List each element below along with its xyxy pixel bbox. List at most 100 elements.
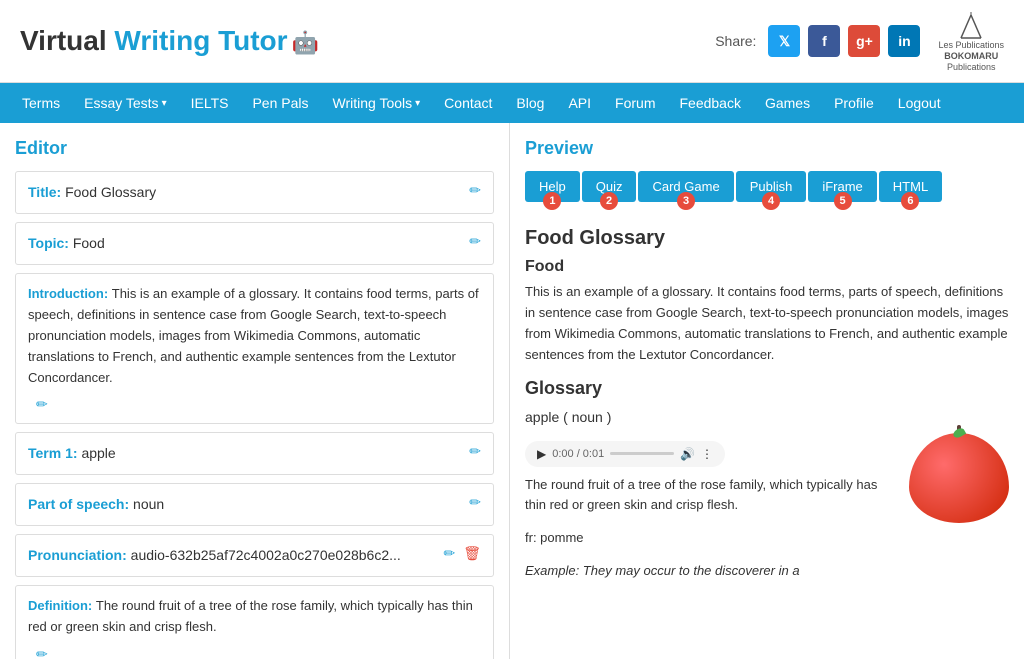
term1-field-content: Term 1: apple: [28, 443, 461, 464]
header-right: Share: 𝕏 f g+ in Les Publications BOKOMA…: [715, 10, 1004, 72]
card-game-badge: 3: [677, 192, 695, 210]
pronunciation-delete-icon[interactable]: 🗑: [463, 545, 481, 562]
bokomaru-text2: BOKOMARU: [944, 51, 998, 62]
audio-player[interactable]: ▶ 0:00 / 0:01 🔊 ⋮: [525, 441, 725, 467]
card-game-button[interactable]: Card Game 3: [638, 171, 733, 202]
preview-definition-text: The round fruit of a tree of the rose fa…: [525, 475, 894, 517]
nav-blog[interactable]: Blog: [504, 83, 556, 123]
preview-panel: Preview Help 1 Quiz 2 Card Game 3 Publis…: [510, 123, 1024, 659]
definition-field: Definition: The round fruit of a tree of…: [15, 585, 494, 659]
google-share-button[interactable]: g+: [848, 25, 880, 57]
preview-title: Preview: [525, 138, 1009, 159]
preview-term-line: apple ( noun ): [525, 409, 1009, 425]
twitter-share-button[interactable]: 𝕏: [768, 25, 800, 57]
nav-api[interactable]: API: [556, 83, 603, 123]
nav-logout[interactable]: Logout: [886, 83, 953, 123]
main-nav: Terms Essay Tests ▾ IELTS Pen Pals Writi…: [0, 83, 1024, 123]
nav-forum[interactable]: Forum: [603, 83, 667, 123]
iframe-button[interactable]: iFrame 5: [808, 171, 876, 202]
essay-tests-arrow-icon: ▾: [162, 98, 167, 109]
bokomaru-svg-icon: [951, 10, 991, 40]
writing-tools-arrow-icon: ▾: [415, 98, 420, 109]
bokomaru-text1: Les Publications: [938, 40, 1004, 51]
topic-edit-icon[interactable]: ✏: [469, 233, 481, 250]
editor-panel: Editor Title: Food Glossary ✏ Topic: Foo…: [0, 123, 510, 659]
nav-writing-tools[interactable]: Writing Tools ▾: [321, 83, 433, 123]
preview-content: Food Glossary Food This is an example of…: [525, 227, 1009, 593]
term1-edit-icon[interactable]: ✏: [469, 443, 481, 460]
header: Virtual Writing Tutor🤖 Share: 𝕏 f g+ in …: [0, 0, 1024, 83]
volume-icon[interactable]: 🔊: [680, 447, 695, 461]
title-label: Title:: [28, 184, 65, 200]
facebook-share-button[interactable]: f: [808, 25, 840, 57]
nav-contact[interactable]: Contact: [432, 83, 504, 123]
pronunciation-icons: ✏ 🗑: [435, 545, 481, 562]
preview-buttons: Help 1 Quiz 2 Card Game 3 Publish 4 iFra…: [525, 171, 1009, 202]
intro-edit-icon[interactable]: ✏: [36, 396, 48, 413]
logo-blue: Writing Tutor: [114, 25, 287, 56]
intro-field-content: Introduction: This is an example of a gl…: [28, 284, 481, 388]
pronunciation-edit-icon[interactable]: ✏: [443, 545, 455, 562]
nav-profile[interactable]: Profile: [822, 83, 886, 123]
preview-glossary-title: Food Glossary: [525, 227, 1009, 250]
intro-label: Introduction:: [28, 286, 112, 301]
iframe-badge: 5: [834, 192, 852, 210]
html-button[interactable]: HTML 6: [879, 171, 942, 202]
introduction-field: Introduction: This is an example of a gl…: [15, 273, 494, 424]
apple-image: [909, 433, 1009, 523]
pronunciation-label: Pronunciation:: [28, 547, 131, 563]
audio-time: 0:00 / 0:01: [552, 448, 604, 460]
pronunciation-field-content: Pronunciation: audio-632b25af72c4002a0c2…: [28, 545, 435, 566]
quiz-button[interactable]: Quiz 2: [582, 171, 637, 202]
linkedin-share-button[interactable]: in: [888, 25, 920, 57]
quiz-badge: 2: [600, 192, 618, 210]
definition-edit-icon[interactable]: ✏: [36, 646, 48, 659]
preview-intro-text: This is an example of a glossary. It con…: [525, 282, 1009, 365]
preview-glossary-heading: Glossary: [525, 378, 1009, 399]
logo-robot-icon: 🤖: [292, 30, 319, 55]
editor-title: Editor: [15, 138, 494, 159]
nav-essay-tests[interactable]: Essay Tests ▾: [72, 83, 178, 123]
nav-pen-pals[interactable]: Pen Pals: [240, 83, 320, 123]
nav-terms[interactable]: Terms: [10, 83, 72, 123]
topic-field: Topic: Food ✏: [15, 222, 494, 265]
pronunciation-field: Pronunciation: audio-632b25af72c4002a0c2…: [15, 534, 494, 577]
topic-field-content: Topic: Food: [28, 233, 461, 254]
audio-more-icon[interactable]: ⋮: [701, 447, 713, 461]
bokomaru-logo: Les Publications BOKOMARU Publications: [938, 10, 1004, 72]
nav-games[interactable]: Games: [753, 83, 822, 123]
publish-button[interactable]: Publish 4: [736, 171, 807, 202]
topic-label: Topic:: [28, 235, 73, 251]
logo: Virtual Writing Tutor🤖: [20, 25, 319, 57]
share-label: Share:: [715, 33, 756, 49]
nav-feedback[interactable]: Feedback: [667, 83, 752, 123]
pos-edit-icon[interactable]: ✏: [469, 494, 481, 511]
title-field-content: Title: Food Glossary: [28, 182, 461, 203]
definition-field-content: Definition: The round fruit of a tree of…: [28, 596, 481, 638]
title-edit-icon[interactable]: ✏: [469, 182, 481, 199]
preview-example-text: Example: They may occur to the discovere…: [525, 561, 894, 582]
audio-progress-bar[interactable]: [610, 452, 674, 455]
bokomaru-text3: Publications: [947, 62, 996, 73]
publish-badge: 4: [762, 192, 780, 210]
help-badge: 1: [543, 192, 561, 210]
pronunciation-value: audio-632b25af72c4002a0c270e028b6c2...: [131, 547, 401, 563]
nav-ielts[interactable]: IELTS: [179, 83, 241, 123]
title-field: Title: Food Glossary ✏: [15, 171, 494, 214]
main-content: Editor Title: Food Glossary ✏ Topic: Foo…: [0, 123, 1024, 659]
topic-value: Food: [73, 235, 105, 251]
pos-value: noun: [133, 496, 164, 512]
term1-label: Term 1:: [28, 445, 81, 461]
title-value: Food Glossary: [65, 184, 156, 200]
preview-topic: Food: [525, 258, 1009, 276]
definition-label: Definition:: [28, 598, 96, 613]
play-button[interactable]: ▶: [537, 447, 546, 461]
preview-term-row: ▶ 0:00 / 0:01 🔊 ⋮ The round fruit of a t…: [525, 433, 1009, 594]
preview-term-info: ▶ 0:00 / 0:01 🔊 ⋮ The round fruit of a t…: [525, 433, 894, 594]
term1-field: Term 1: apple ✏: [15, 432, 494, 475]
logo-bold: Virtual: [20, 25, 114, 56]
pos-field-content: Part of speech: noun: [28, 494, 461, 515]
pos-label: Part of speech:: [28, 496, 133, 512]
help-button[interactable]: Help 1: [525, 171, 580, 202]
pos-field: Part of speech: noun ✏: [15, 483, 494, 526]
